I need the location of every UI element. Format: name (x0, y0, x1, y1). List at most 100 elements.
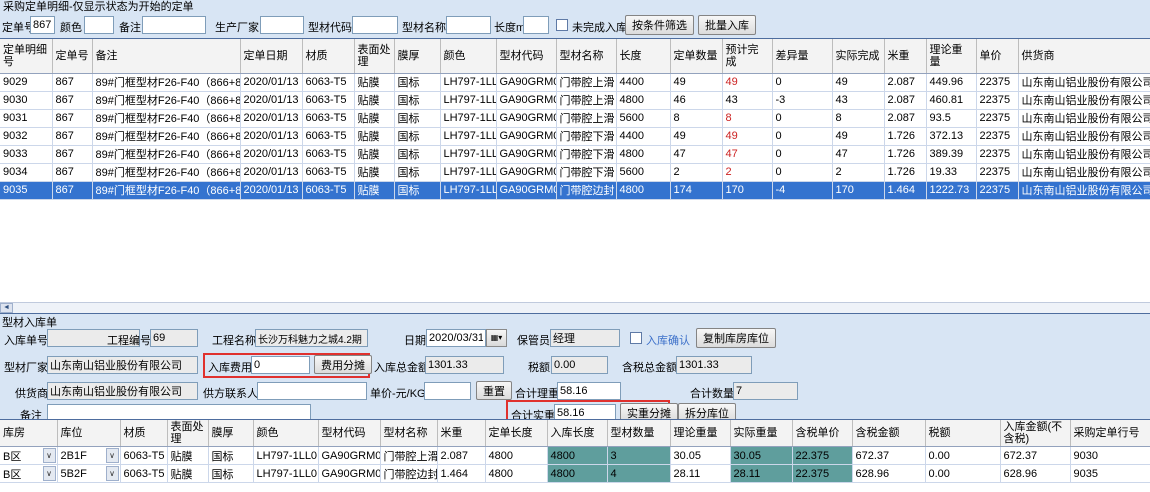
column-header[interactable]: 材质 (120, 420, 167, 447)
grid-cell[interactable]: 贴膜 (354, 163, 394, 181)
grid-cell[interactable]: 89#门框型材F26-F40（866+867） (92, 145, 240, 163)
grid-cell[interactable]: 4800 (547, 465, 607, 483)
grid-cell[interactable]: 2 (670, 163, 722, 181)
profile-factory-input[interactable] (47, 356, 198, 374)
grid-cell[interactable]: 2.087 (884, 109, 926, 127)
grid-cell[interactable]: 门带腔边封 (380, 465, 437, 483)
grid-cell[interactable]: 国标 (394, 181, 440, 199)
profile-code-input[interactable] (352, 16, 398, 34)
grid-cell[interactable]: 9029 (0, 73, 52, 91)
table-row[interactable]: B区∨2B1F∨6063-T5贴膜国标LH797-1LL0GA90GRM03门带… (0, 447, 1150, 465)
grid-cell[interactable]: LH797-1LL0 (440, 181, 496, 199)
column-header[interactable]: 入库金额(不含税) (1000, 420, 1070, 447)
column-header[interactable]: 颜色 (253, 420, 318, 447)
grid-cell[interactable]: 628.96 (852, 465, 925, 483)
grid-cell[interactable]: GA90GRM05 (318, 465, 380, 483)
grid-cell[interactable]: 867 (52, 73, 92, 91)
grid-cell[interactable]: 4800 (547, 447, 607, 465)
grid-cell[interactable]: 6063-T5 (302, 73, 354, 91)
chevron-down-icon[interactable]: ∨ (43, 448, 56, 463)
column-header[interactable]: 税额 (925, 420, 1000, 447)
column-header[interactable]: 长度 (616, 39, 670, 73)
column-header[interactable]: 米重 (884, 39, 926, 73)
grid-cell[interactable]: 49 (670, 127, 722, 145)
grid-cell[interactable]: 174 (670, 181, 722, 199)
grid-cell[interactable]: 43 (832, 91, 884, 109)
grid-cell[interactable]: LH797-1LL0 (440, 73, 496, 91)
chevron-down-icon[interactable]: ∨ (106, 448, 119, 463)
column-header[interactable]: 单价 (976, 39, 1018, 73)
calendar-dropdown-icon[interactable]: ▦▾ (486, 329, 507, 347)
grid-cell[interactable]: 89#门框型材F26-F40（866+867） (92, 163, 240, 181)
grid-cell[interactable]: 49 (670, 73, 722, 91)
grid-cell[interactable]: 89#门框型材F26-F40（866+867） (92, 181, 240, 199)
grid-cell[interactable]: 28.11 (670, 465, 730, 483)
grid-cell[interactable]: 国标 (394, 109, 440, 127)
grid-cell[interactable]: 4800 (616, 181, 670, 199)
column-header[interactable]: 表面处理 (167, 420, 208, 447)
grid-cell[interactable]: 47 (670, 145, 722, 163)
grid-cell[interactable]: GA90GRM03 (318, 447, 380, 465)
grid-cell[interactable]: -4 (772, 181, 832, 199)
grid-cell[interactable]: 49 (722, 73, 772, 91)
grid-cell[interactable]: 6063-T5 (302, 181, 354, 199)
grid-cell[interactable]: 4800 (616, 91, 670, 109)
grid-cell[interactable]: LH797-1LL0 (440, 127, 496, 145)
grid-cell[interactable]: 449.96 (926, 73, 976, 91)
grid-cell[interactable]: 国标 (208, 447, 253, 465)
grid-cell[interactable]: LH797-1LL0 (440, 91, 496, 109)
total-qty-input[interactable] (733, 382, 798, 400)
grid-cell[interactable]: 372.13 (926, 127, 976, 145)
grid-cell[interactable]: GA90GRM03 (496, 109, 556, 127)
grid-cell[interactable]: 贴膜 (167, 465, 208, 483)
grid-cell[interactable]: 89#门框型材F26-F40（866+867） (92, 109, 240, 127)
column-header[interactable]: 库房 (0, 420, 57, 447)
grid-cell[interactable]: 867 (52, 163, 92, 181)
grid-cell[interactable]: 国标 (394, 73, 440, 91)
unit-price-input[interactable] (424, 382, 471, 400)
grid-cell[interactable]: 8 (832, 109, 884, 127)
order-no-input[interactable] (30, 16, 55, 34)
grid-cell[interactable]: 4 (607, 465, 670, 483)
grid-cell[interactable]: 4400 (616, 73, 670, 91)
grid-cell[interactable]: 门带腔边封 (556, 181, 616, 199)
grid-cell[interactable]: 6063-T5 (302, 109, 354, 127)
grid-cell[interactable]: 8 (670, 109, 722, 127)
grid-cell[interactable]: 22375 (976, 91, 1018, 109)
grid-cell[interactable]: 5600 (616, 163, 670, 181)
grid-cell[interactable]: 22375 (976, 181, 1018, 199)
column-header[interactable]: 含税金额 (852, 420, 925, 447)
grid-cell[interactable]: 0 (772, 163, 832, 181)
grid-cell[interactable]: 1.464 (437, 465, 485, 483)
grid-cell[interactable]: 170 (722, 181, 772, 199)
grid-cell[interactable]: 867 (52, 127, 92, 145)
remark-input[interactable] (142, 16, 206, 34)
grid-cell[interactable]: 6063-T5 (120, 447, 167, 465)
unfinished-checkbox[interactable] (556, 19, 568, 31)
grid-cell[interactable]: 389.39 (926, 145, 976, 163)
grid-cell[interactable]: 0 (772, 109, 832, 127)
grid-cell[interactable]: 国标 (394, 127, 440, 145)
grid-cell[interactable]: 国标 (394, 91, 440, 109)
supplier-input[interactable] (47, 382, 198, 400)
scroll-left-icon[interactable]: ◄ (0, 303, 13, 313)
grid-cell[interactable]: 22375 (976, 127, 1018, 145)
grid-cell[interactable]: 门带腔上滑 (556, 73, 616, 91)
column-header[interactable]: 颜色 (440, 39, 496, 73)
column-header[interactable]: 入库长度 (547, 420, 607, 447)
length-input[interactable] (523, 16, 549, 34)
grid-cell[interactable]: 0.00 (925, 465, 1000, 483)
table-row[interactable]: 902986789#门框型材F26-F40（866+867）2020/01/13… (0, 73, 1150, 91)
column-header[interactable]: 型材名称 (380, 420, 437, 447)
reset-button[interactable]: 重置 (476, 381, 512, 400)
grid-cell[interactable]: 43 (722, 91, 772, 109)
grid-cell[interactable]: 贴膜 (354, 73, 394, 91)
grid-cell[interactable]: 49 (832, 73, 884, 91)
grid-cell[interactable]: 867 (52, 109, 92, 127)
grid-cell[interactable]: 门带腔下滑 (556, 145, 616, 163)
table-row[interactable]: 903186789#门框型材F26-F40（866+867）2020/01/13… (0, 109, 1150, 127)
grid-cell[interactable]: 1.726 (884, 127, 926, 145)
copy-location-button[interactable]: 复制库房库位 (696, 328, 776, 348)
inbound-total-input[interactable] (425, 356, 504, 374)
grid-cell[interactable]: 4800 (485, 465, 547, 483)
